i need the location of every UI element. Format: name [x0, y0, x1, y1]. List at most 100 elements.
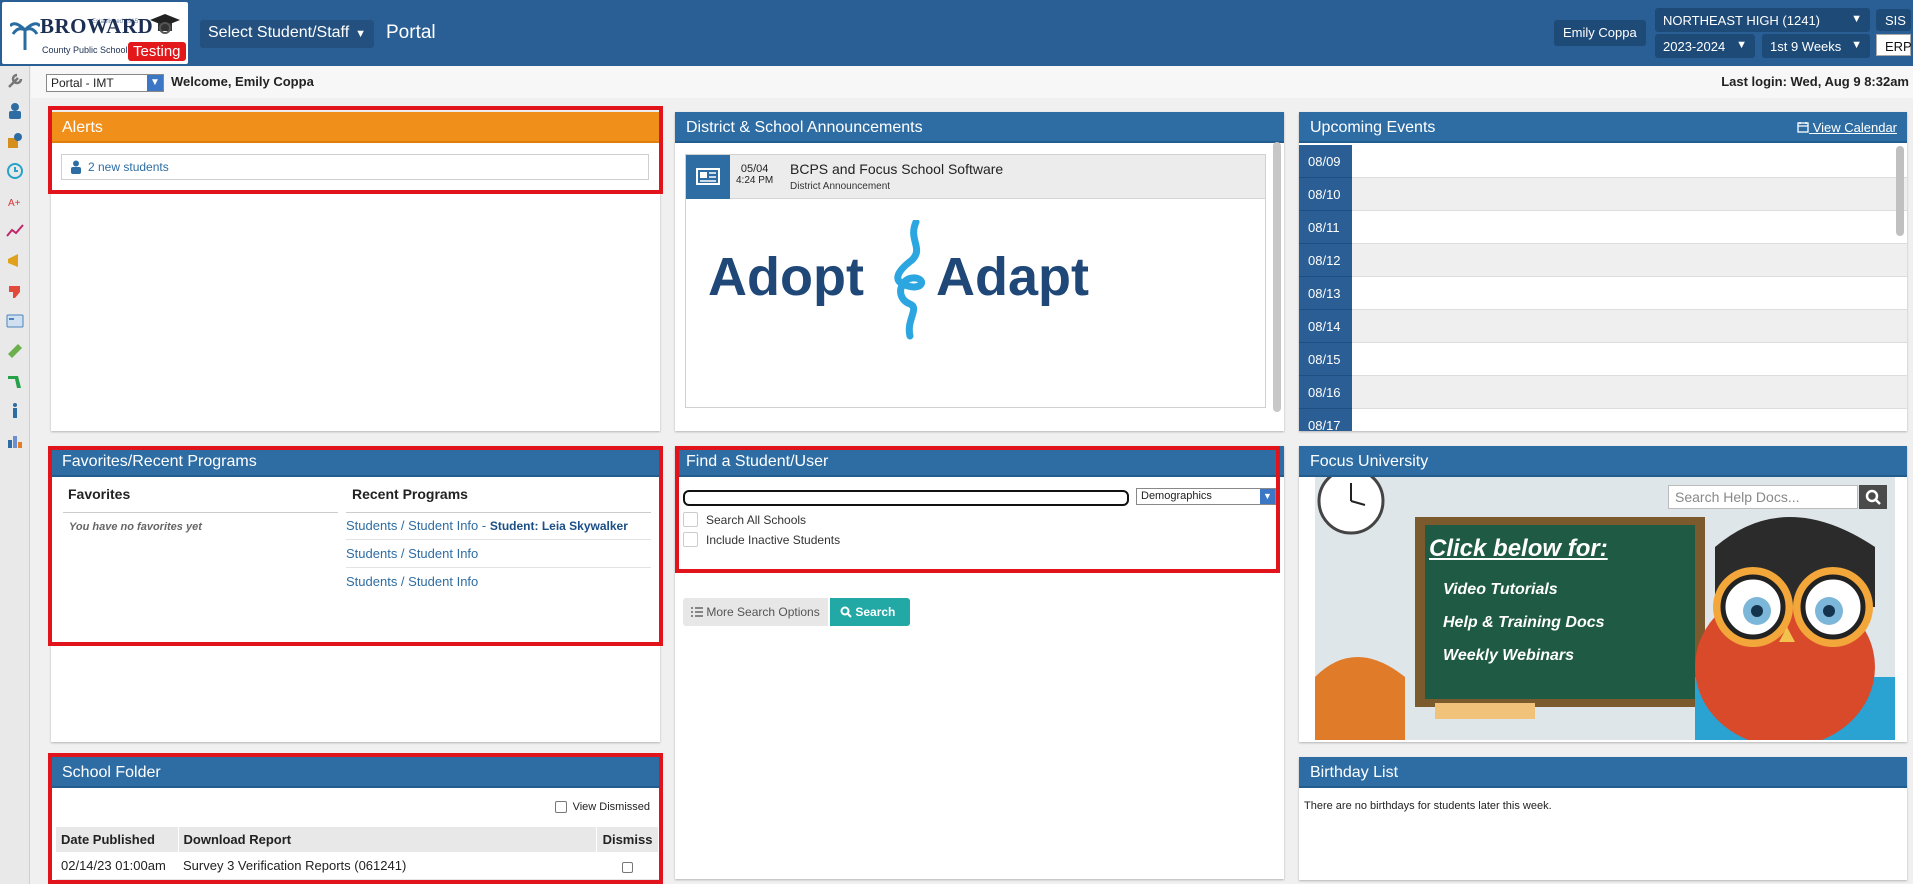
caret-down-icon: ▼ — [1260, 489, 1275, 504]
calendar-day-row[interactable]: 08/10 — [1299, 178, 1907, 211]
view-dismissed-checkbox[interactable] — [554, 801, 567, 813]
search-button[interactable]: Search — [830, 598, 910, 626]
trend-icon[interactable] — [6, 222, 24, 240]
video-tutorials-link[interactable]: Video Tutorials — [1443, 581, 1558, 599]
calendar-date: 08/10 — [1299, 178, 1352, 211]
more-search-options-button[interactable]: More Search Options — [683, 598, 828, 626]
calendar-day-row[interactable]: 08/13 — [1299, 277, 1907, 310]
year-select[interactable]: 2023-2024 ▼ — [1655, 34, 1755, 58]
calendar-day-row[interactable]: 08/15 — [1299, 343, 1907, 376]
table-header-row: Date Published Download Report Dismiss — [56, 827, 659, 852]
view-calendar-link[interactable]: View Calendar — [1797, 120, 1897, 135]
erp-button[interactable]: ERP — [1876, 34, 1912, 56]
ampersand-swoosh-icon — [894, 220, 925, 340]
logo-name: BROWARD — [40, 14, 154, 38]
recent-programs-header: Recent Programs — [352, 486, 468, 502]
calendar-day-row[interactable]: 08/12 — [1299, 244, 1907, 277]
announcement-title[interactable]: BCPS and Focus School Software — [790, 161, 1003, 177]
recent-program-item[interactable]: Students / Student Info — [346, 541, 651, 568]
graduation-cap-icon — [150, 14, 180, 34]
scrollbar[interactable] — [1273, 142, 1281, 412]
recent-program-label: Students / Student Info - — [346, 518, 487, 533]
student-search-input[interactable] — [683, 490, 1129, 506]
announcement-date: 05/04 4:24 PM — [736, 163, 773, 187]
adopt-text: Adopt — [708, 247, 864, 307]
scrollbar[interactable] — [1896, 146, 1904, 236]
announcements-title: District & School Announcements — [675, 112, 1284, 143]
users-icon[interactable] — [6, 132, 24, 150]
column-header[interactable]: Dismiss — [596, 827, 659, 852]
announcement-image: Adopt Adapt — [686, 200, 1265, 407]
hand-icon[interactable] — [6, 282, 24, 300]
calendar-day-row[interactable]: 08/09 — [1299, 145, 1907, 178]
caret-down-icon: ▼ — [1851, 39, 1862, 51]
top-bar: Established 1915 BROWARD County Public S… — [0, 0, 1913, 66]
logo-subtitle: County Public Schools — [42, 45, 133, 55]
calendar-day-row[interactable]: 08/17 — [1299, 409, 1907, 431]
table-row: 02/14/23 01:00am Survey 3 Verification R… — [56, 852, 659, 880]
portal-select[interactable]: Portal - IMT ▼ — [46, 74, 164, 92]
newspaper-icon — [686, 155, 730, 199]
school-folder-title: School Folder — [51, 757, 660, 788]
school-folder-widget: School Folder View Dismissed Date Publis… — [51, 757, 660, 884]
calendar-date: 08/15 — [1299, 343, 1352, 376]
recent-program-item[interactable]: Students / Student Info - Student: Leia … — [346, 513, 651, 540]
calendar-date: 08/16 — [1299, 376, 1352, 409]
include-inactive-label: Include Inactive Students — [706, 533, 841, 547]
include-inactive-option[interactable]: Include Inactive Students — [683, 532, 840, 547]
welcome-text: Welcome, Emily Coppa — [171, 74, 314, 89]
boomerang-icon[interactable] — [6, 372, 24, 390]
calendar-day-row[interactable]: 08/16 — [1299, 376, 1907, 409]
help-docs-search-button[interactable] — [1859, 485, 1887, 509]
birthday-empty-text: There are no birthdays for students late… — [1304, 800, 1552, 812]
figure-icon[interactable] — [6, 402, 24, 420]
recent-program-item[interactable]: Students / Student Info — [346, 569, 651, 596]
report-link[interactable]: Survey 3 Verification Reports (061241) — [178, 852, 597, 880]
palm-tree-icon — [10, 22, 40, 50]
select-student-staff-button[interactable]: Select Student/Staff ▼ — [200, 20, 375, 48]
search-all-schools-option[interactable]: Search All Schools — [683, 512, 806, 527]
period-select[interactable]: 1st 9 Weeks ▼ — [1762, 34, 1870, 58]
grades-chart-icon[interactable]: A+ — [6, 192, 24, 210]
alert-item[interactable]: 2 new students — [61, 154, 649, 180]
announcements-widget: District & School Announcements 05/04 4:… — [675, 112, 1284, 431]
dismiss-cell — [596, 852, 659, 880]
calendar-date: 08/17 — [1299, 409, 1352, 431]
focus-university-banner[interactable]: Click below for: Video Tutorials Help & … — [1315, 477, 1895, 740]
megaphone-icon[interactable] — [6, 252, 24, 270]
favorites-widget: Favorites/Recent Programs Favorites You … — [51, 446, 660, 742]
broward-logo[interactable]: Established 1915 BROWARD County Public S… — [2, 2, 188, 64]
view-dismissed-option[interactable]: View Dismissed — [554, 801, 650, 813]
clock-icon[interactable] — [6, 162, 24, 180]
dismiss-checkbox[interactable] — [622, 861, 633, 873]
favorites-title: Favorites/Recent Programs — [51, 446, 660, 477]
calendar-day-row[interactable]: 08/14 — [1299, 310, 1907, 343]
student-icon[interactable] — [6, 102, 24, 120]
demographics-select[interactable]: Demographics ▼ — [1136, 488, 1276, 505]
search-all-schools-checkbox[interactable] — [683, 512, 698, 527]
school-select[interactable]: NORTHEAST HIGH (1241) ▼ — [1655, 8, 1870, 32]
weekly-webinars-link[interactable]: Weekly Webinars — [1443, 647, 1574, 665]
wrench-icon[interactable] — [6, 72, 24, 90]
calendar-date: 08/11 — [1299, 211, 1352, 244]
include-inactive-checkbox[interactable] — [683, 532, 698, 547]
money-icon[interactable] — [6, 342, 24, 360]
school-select-value: NORTHEAST HIGH (1241) — [1663, 13, 1821, 28]
divider — [63, 512, 338, 513]
sis-button[interactable]: SIS — [1876, 9, 1911, 31]
column-header[interactable]: Date Published — [56, 827, 179, 852]
left-nav-rail: A+ — [0, 66, 30, 884]
announcement-card[interactable]: 05/04 4:24 PM BCPS and Focus School Soft… — [685, 154, 1266, 408]
help-training-docs-link[interactable]: Help & Training Docs — [1443, 614, 1605, 632]
column-header[interactable]: Download Report — [178, 827, 597, 852]
birthday-list-title: Birthday List — [1299, 757, 1907, 788]
search-button-label: Search — [855, 605, 896, 619]
find-student-title: Find a Student/User — [675, 446, 1284, 477]
help-docs-search-input[interactable]: Search Help Docs... — [1668, 485, 1858, 509]
id-card-icon[interactable] — [6, 312, 24, 330]
upcoming-events-title: Upcoming Events — [1310, 119, 1436, 136]
user-menu-button[interactable]: Emily Coppa — [1554, 20, 1646, 46]
bar-chart-icon[interactable] — [6, 432, 24, 450]
calendar-day-row[interactable]: 08/11 — [1299, 211, 1907, 244]
find-student-widget: Find a Student/User Demographics ▼ Searc… — [675, 446, 1284, 879]
